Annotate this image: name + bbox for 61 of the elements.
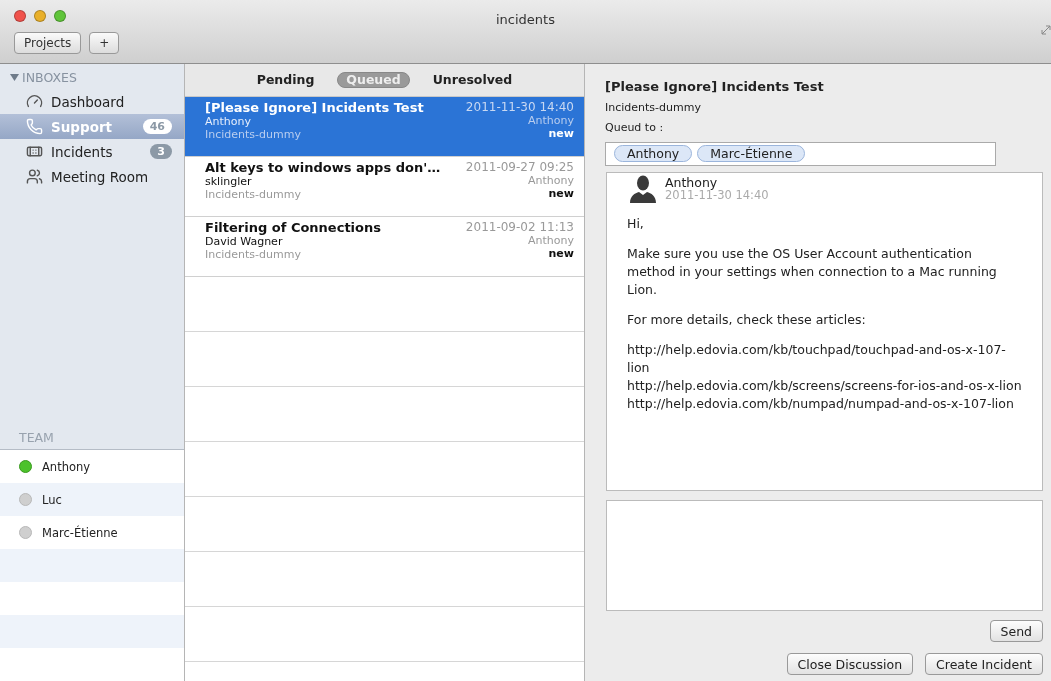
count-badge: 3	[150, 144, 172, 159]
url-text: http://help.edovia.com/kb/screens/screens-for-ios-and-os-x-lion	[627, 376, 1022, 395]
incident-date: 2011-09-02 11:13	[465, 220, 574, 234]
message-text: Hi,	[627, 214, 645, 233]
author-name: Anthony	[665, 176, 718, 190]
gauge-icon	[26, 93, 43, 110]
status-label: new	[548, 187, 574, 200]
member-name: Marc-Étienne	[42, 525, 118, 540]
tab[interactable]: Unresolved	[423, 72, 522, 88]
status-label: new	[548, 247, 574, 260]
incident-row[interactable]: [Please Ignore] Incidents Test Anthony Incidents-dummy 2011-11-30 14:40 Anthony new	[185, 97, 584, 157]
section-header: INBOXES	[22, 70, 77, 85]
sidebar-item[interactable]: Meeting Room	[0, 164, 184, 189]
phone-icon	[26, 118, 43, 135]
reply-field[interactable]	[606, 500, 1043, 611]
incident-date: 2011-09-27 09:25	[465, 160, 574, 174]
add-button[interactable]: +	[89, 32, 120, 54]
incident-title: [Please Ignore] Incidents Test	[605, 79, 825, 94]
assignee-token[interactable]: Anthony	[614, 145, 693, 163]
people-icon	[26, 168, 43, 185]
assignee-field[interactable]: Anthony Marc-Étienne	[605, 142, 996, 166]
queued-label: Queud to :	[605, 121, 665, 134]
window-title: incidents	[496, 12, 555, 27]
incident-title: Filtering of Connections	[205, 220, 381, 235]
fullscreen-icon[interactable]	[1041, 25, 1051, 35]
project-name: Incidents-dummy	[205, 248, 301, 261]
assignee-name: Anthony	[528, 174, 574, 187]
incident-date: 2011-11-30 14:40	[465, 100, 574, 114]
project-name: Incidents-dummy	[605, 101, 702, 114]
team-row[interactable]: Marc-Étienne	[0, 516, 184, 549]
sender-name: Anthony	[205, 115, 251, 128]
project-name: Incidents-dummy	[205, 128, 301, 141]
sender-name: David Wagner	[205, 235, 283, 248]
url-text: http://help.edovia.com/kb/numpad/numpad-and-os-x-107-lion	[627, 394, 1015, 413]
status-label: new	[548, 127, 574, 140]
member-name: Anthony	[42, 459, 91, 474]
incident-title: [Please Ignore] Incidents Test	[205, 100, 424, 115]
person-silhouette-icon	[630, 174, 656, 203]
message-text: Make sure you use the OS User Account authentication method in your settings when connection to a Mac running Lion.	[627, 244, 998, 299]
assignee-token[interactable]: Marc-Étienne	[697, 145, 806, 163]
minimize-window-button[interactable]	[34, 10, 46, 22]
sidebar-item[interactable]: Dashboard	[0, 89, 184, 114]
incident-title: Alt keys to windows apps don'…	[205, 160, 441, 175]
zoom-window-button[interactable]	[54, 10, 66, 22]
message-text: For more details, check these articles:	[627, 310, 867, 329]
send-button[interactable]: Send	[989, 620, 1043, 642]
sender-name: sklingler	[205, 175, 252, 188]
team-row[interactable]: Anthony	[0, 450, 184, 483]
assignee-name: Anthony	[528, 114, 574, 127]
sidebar-item[interactable]: Incidents 3	[0, 139, 184, 164]
team-row[interactable]: Luc	[0, 483, 184, 516]
project-name: Incidents-dummy	[205, 188, 301, 201]
count-badge: 46	[142, 119, 172, 134]
assignee-name: Anthony	[528, 234, 574, 247]
tab[interactable]: Pending	[247, 72, 324, 88]
close-discussion-button[interactable]: Close Discussion	[786, 653, 914, 675]
close-window-button[interactable]	[14, 10, 26, 22]
projects-button[interactable]: Projects	[14, 32, 82, 54]
disclosure-triangle-icon[interactable]	[10, 73, 19, 82]
create-incident-button[interactable]: Create Incident	[925, 653, 1043, 675]
member-name: Luc	[42, 492, 62, 507]
